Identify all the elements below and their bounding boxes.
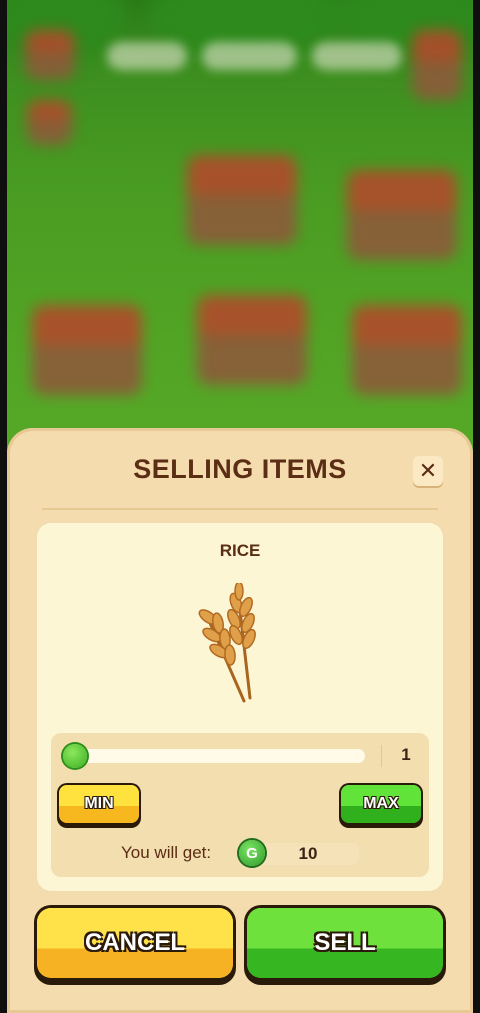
house-building	[352, 305, 462, 395]
house-building	[187, 155, 297, 245]
max-button[interactable]: MAX	[341, 785, 421, 823]
house-building	[347, 170, 457, 260]
rice-wheat-icon	[198, 583, 256, 703]
hud-character	[412, 30, 462, 100]
quantity-value: 1	[401, 745, 411, 764]
house-building	[197, 295, 307, 385]
reward-amount-box: G 10	[239, 840, 359, 866]
max-button-label: MAX	[363, 795, 399, 812]
divider	[381, 745, 382, 767]
sell-button[interactable]: SELL	[247, 908, 443, 978]
cancel-button-label: CANCEL	[85, 929, 185, 956]
reward-label: You will get:	[121, 843, 212, 862]
hud-button	[27, 100, 72, 145]
min-button-label: MIN	[84, 795, 114, 812]
cancel-button[interactable]: CANCEL	[37, 908, 233, 978]
quantity-slider[interactable]	[63, 744, 365, 768]
game-screen: SELLING ITEMS ✕ RICE 1 MIN MAX You will …	[7, 0, 473, 1013]
reward-amount: 10	[298, 844, 318, 863]
hud-resource-chip	[312, 42, 402, 70]
quantity-controls: 1 MIN MAX You will get: G 10	[51, 733, 429, 877]
green-coin-icon: G	[239, 840, 265, 866]
min-button[interactable]: MIN	[59, 785, 139, 823]
item-name: RICE	[219, 541, 261, 560]
close-button[interactable]: ✕	[413, 456, 443, 486]
hud-resource-chip	[202, 42, 297, 70]
slider-handle[interactable]	[63, 744, 87, 768]
hud-avatar	[25, 30, 75, 80]
item-panel: RICE 1 MIN MAX You will get: G 10	[37, 523, 443, 891]
dialog-title: SELLING ITEMS	[133, 454, 347, 484]
divider	[42, 508, 438, 510]
close-icon: ✕	[418, 458, 438, 484]
selling-dialog: SELLING ITEMS ✕ RICE 1 MIN MAX You will …	[7, 428, 473, 1013]
hud-resource-chip	[107, 42, 187, 70]
sell-button-label: SELL	[314, 929, 376, 956]
house-building	[32, 305, 142, 395]
